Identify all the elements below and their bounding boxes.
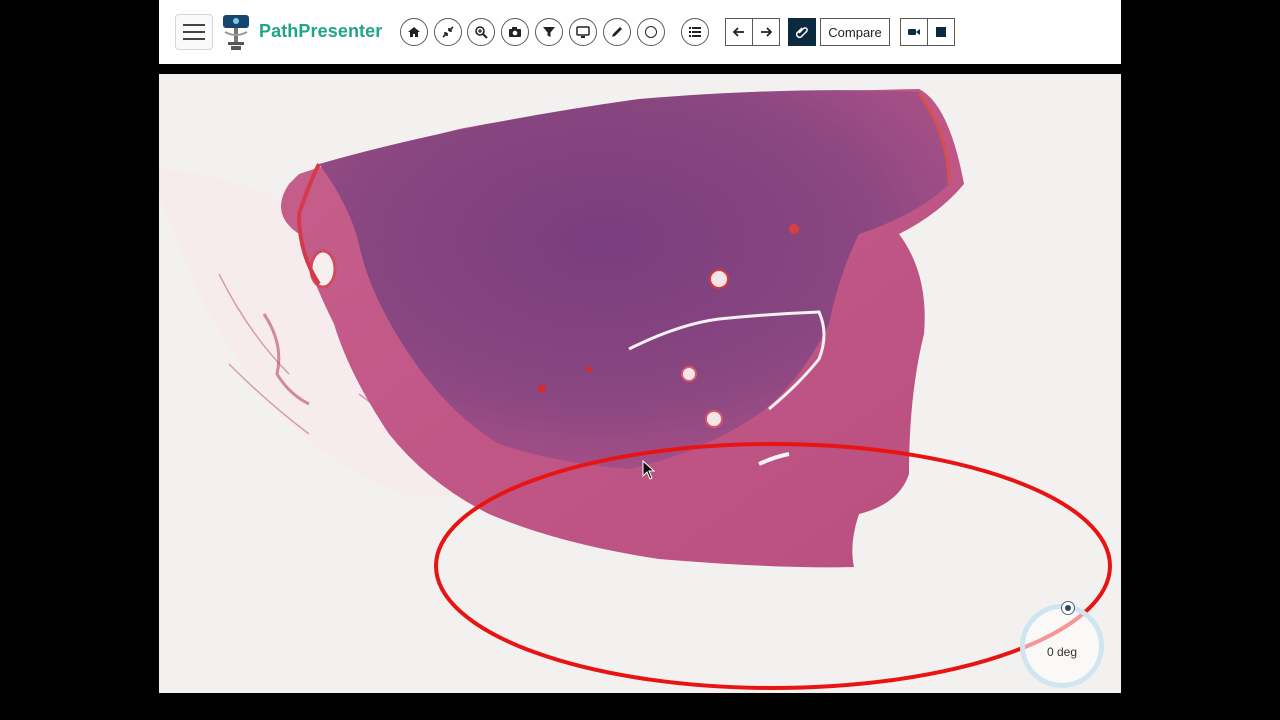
brand-name: PathPresenter [259,21,383,41]
next-slide-button[interactable] [752,18,780,46]
zoom-icon [475,26,488,39]
arrow-right-icon [761,27,773,37]
compress-icon [442,26,454,38]
pencil-icon [612,27,622,37]
video-camera-icon [908,29,920,35]
compare-button[interactable]: Compare [820,18,890,46]
annotate-button[interactable] [603,18,631,46]
stop-button[interactable] [927,18,955,46]
rotation-control[interactable]: 0 deg [1020,601,1104,688]
microscope-logo-icon [223,15,249,50]
menu-button[interactable] [175,14,213,50]
arrow-left-icon [732,27,744,37]
home-icon [408,27,420,37]
rotate-tool-button[interactable] [637,18,665,46]
menu-line [183,24,205,26]
present-button[interactable] [569,18,597,46]
list-button[interactable] [681,18,709,46]
attach-button[interactable] [788,18,816,46]
stop-icon [936,27,946,37]
circle-icon [645,26,657,38]
zoom-button[interactable] [467,18,495,46]
snapshot-button[interactable] [501,18,529,46]
rotation-label: 0 deg [1046,645,1078,659]
slide-viewer[interactable]: 0 deg [159,74,1121,693]
monitor-icon [576,26,590,38]
previous-slide-button[interactable] [725,18,753,46]
toolbar: PathPresenter Compare [159,0,1121,64]
rotation-knob[interactable] [1061,601,1075,615]
filter-icon [543,27,555,37]
fit-button[interactable] [434,18,462,46]
app-window: PathPresenter Compare 0 deg [159,0,1121,693]
mouse-cursor-icon [642,460,656,480]
list-icon [689,27,701,37]
camera-icon [509,27,521,37]
menu-line [183,38,205,40]
filter-button[interactable] [535,18,563,46]
record-video-button[interactable] [900,18,928,46]
menu-line [183,31,205,33]
paperclip-icon [795,27,808,39]
highlight-ellipse [434,442,1112,690]
home-button[interactable] [400,18,428,46]
